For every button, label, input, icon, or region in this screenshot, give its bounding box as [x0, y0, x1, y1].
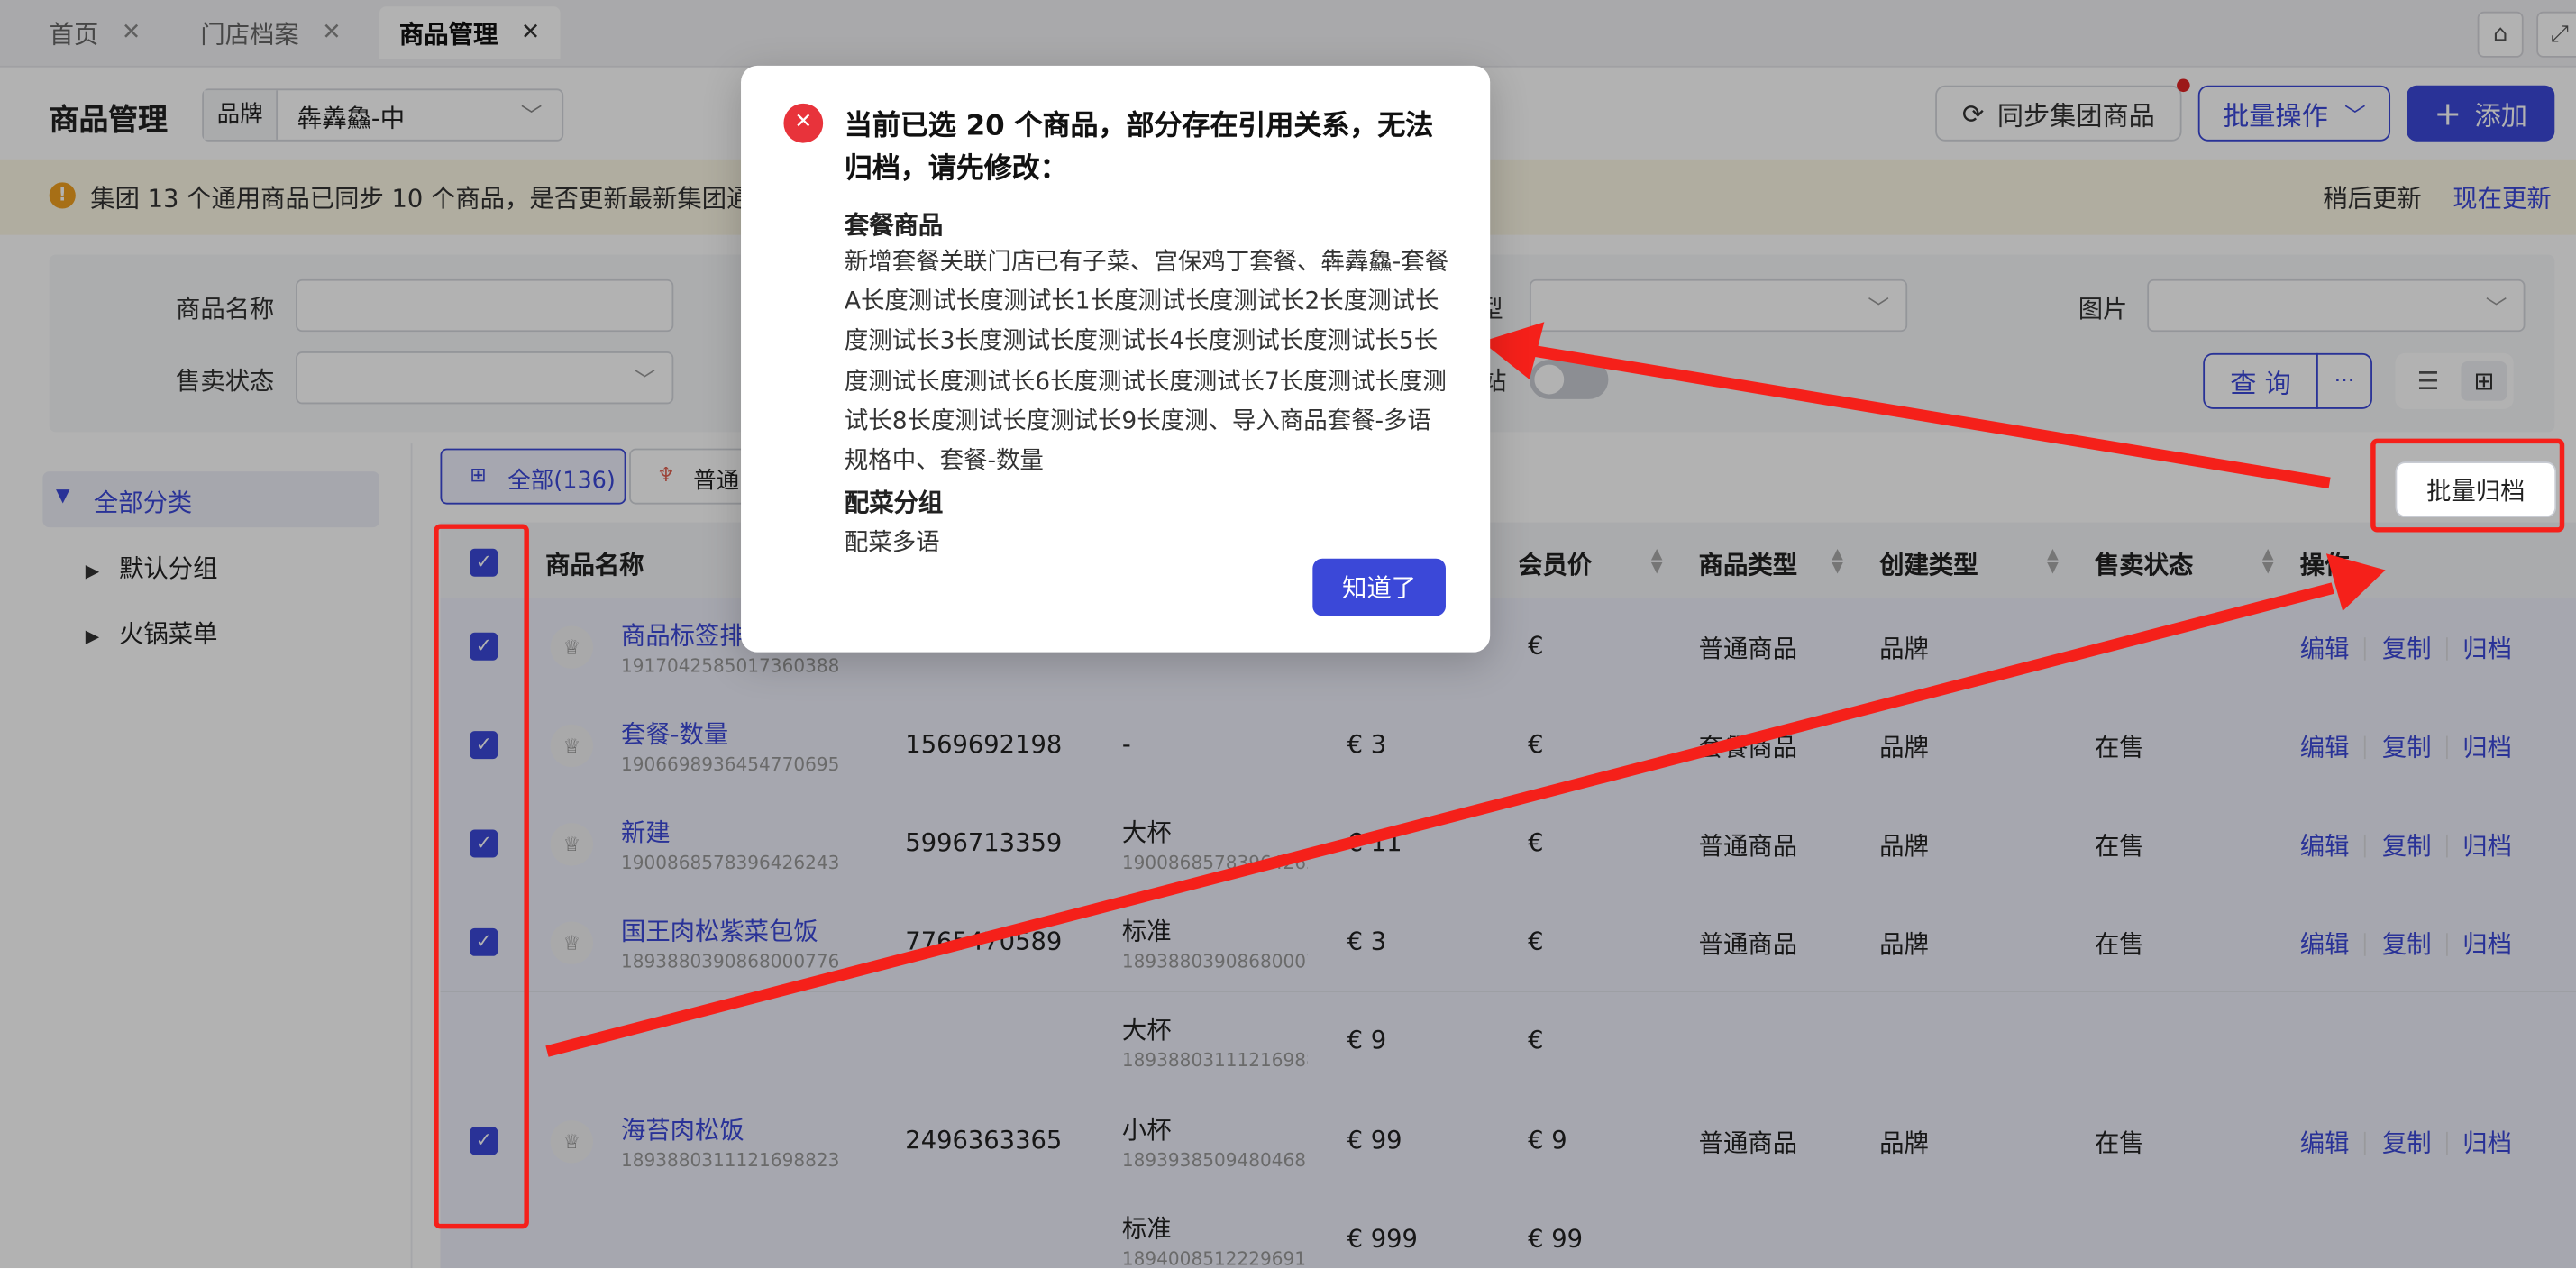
section-side-dish-text: 配菜多语: [844, 530, 940, 557]
arrow-line-to-modal: [1527, 343, 2331, 489]
arrow-head-to-actions: [2325, 553, 2386, 612]
section-side-dish-title: 配菜分组: [844, 488, 944, 518]
archive-error-dialog: ✕ 当前已选 20 个商品，部分存在引用关系，无法归档，请先修改： 套餐商品 新…: [741, 65, 1491, 653]
section-combo-text: 新增套餐关联门店已有子菜、宫保鸡丁套餐、犇羴鱻-套餐A长度测试长度测试长1长度测…: [844, 250, 1449, 475]
arrow-line-to-actions: [545, 582, 2334, 1057]
dialog-title: 当前已选 20 个商品，部分存在引用关系，无法归档，请先修改：: [844, 110, 1434, 186]
section-combo-title: 套餐商品: [844, 210, 944, 241]
arrow-head-to-modal: [1482, 322, 1545, 380]
ok-button[interactable]: 知道了: [1312, 558, 1446, 616]
error-icon: ✕: [783, 103, 824, 143]
